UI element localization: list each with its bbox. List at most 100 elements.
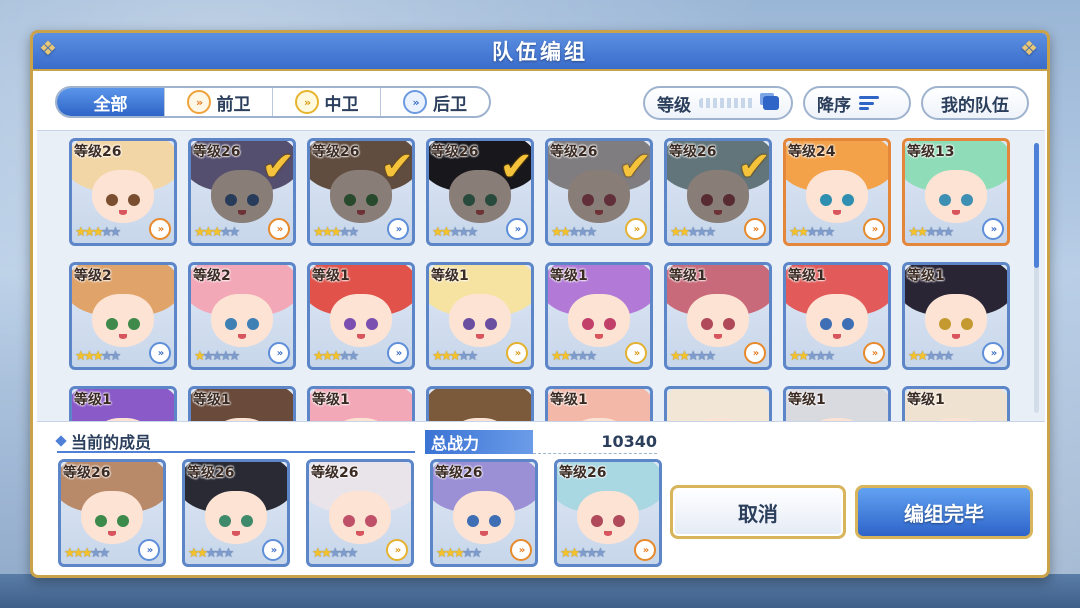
diamond-icon: [55, 435, 67, 447]
character-card[interactable]: 等级24 ★★★★★ »: [783, 138, 891, 246]
star-rating: ★★★★★: [551, 349, 597, 364]
front-role-icon: »: [510, 539, 532, 561]
star-rating: ★★★★★: [313, 225, 359, 240]
current-members-header: 当前的成员: [55, 431, 415, 453]
member-card[interactable]: 等级26 ★★★★★ »: [182, 459, 290, 567]
level-label: 等级1: [74, 392, 112, 408]
star-rating: ★★★★★: [670, 225, 716, 240]
sort-order-button[interactable]: 降序: [803, 86, 911, 120]
level-label: 等级1: [312, 268, 350, 284]
character-card[interactable]: 等级1: [902, 386, 1010, 421]
character-card[interactable]: 等级26 ★★★★★ »: [69, 138, 177, 246]
tab-label: 中卫: [324, 94, 359, 115]
star-rating: ★★★★★: [789, 225, 835, 240]
sort-level-label: 等级: [657, 95, 691, 116]
star-rating: ★★★★★: [194, 349, 240, 364]
character-card[interactable]: 等级26 ★★★★★ » ✔: [545, 138, 653, 246]
selected-check-icon: ✔: [261, 144, 295, 190]
tab-front[interactable]: » 前卫: [165, 88, 273, 116]
star-rating: ★★★★★: [64, 546, 110, 561]
mid-role-icon: »: [386, 539, 408, 561]
scrollbar-thumb[interactable]: [1034, 143, 1039, 268]
level-label: 等级1: [550, 392, 588, 408]
character-card[interactable]: 等级2 ★★★★★ »: [69, 262, 177, 370]
current-members-label: 当前的成员: [71, 433, 152, 452]
star-rating: ★★★★★: [908, 349, 954, 364]
character-card[interactable]: 等级2 ★★★★★ »: [188, 262, 296, 370]
front-role-icon: »: [744, 342, 766, 364]
selected-check-icon: ✔: [737, 144, 771, 190]
tab-back[interactable]: » 后卫: [381, 88, 489, 116]
level-label: 等级26: [559, 465, 607, 481]
roster-scrollbar[interactable]: [1034, 143, 1039, 413]
level-label: 等级26: [435, 465, 483, 481]
member-card[interactable]: 等级26 ★★★★★ »: [58, 459, 166, 567]
stack-icon: [763, 96, 779, 110]
character-portrait: [667, 389, 769, 421]
character-card[interactable]: 等级1 ★★★★★ »: [783, 262, 891, 370]
my-team-button[interactable]: 我的队伍: [921, 86, 1029, 120]
member-card[interactable]: 等级26 ★★★★★ »: [430, 459, 538, 567]
back-role-icon: »: [403, 90, 427, 114]
tab-label: 全部: [93, 94, 128, 115]
member-card[interactable]: 等级26 ★★★★★ »: [306, 459, 414, 567]
star-rating: ★★★★★: [908, 225, 954, 240]
level-label: 等级2: [74, 268, 112, 284]
star-rating: ★★★★★: [560, 546, 606, 561]
character-card[interactable]: 等级1 ★★★★★ »: [545, 262, 653, 370]
character-card[interactable]: 等级1 ★★★★★ »: [902, 262, 1010, 370]
tab-all[interactable]: 全部: [57, 88, 165, 116]
character-card[interactable]: 等级1: [545, 386, 653, 421]
character-card[interactable]: 等级1 ★★★★★ »: [307, 262, 415, 370]
member-card[interactable]: 等级26 ★★★★★ »: [554, 459, 662, 567]
mid-role-icon: »: [625, 218, 647, 240]
total-power-value: 10340: [533, 430, 657, 454]
front-role-icon: »: [863, 218, 885, 240]
character-card[interactable]: 等级1: [188, 386, 296, 421]
character-card[interactable]: [664, 386, 772, 421]
sort-by-level-button[interactable]: 等级: [643, 86, 793, 120]
character-card[interactable]: 等级26 ★★★★★ » ✔: [307, 138, 415, 246]
star-rating: ★★★★★: [194, 225, 240, 240]
star-rating: ★★★★★: [75, 225, 121, 240]
star-rating: ★★★★★: [551, 225, 597, 240]
character-card[interactable]: [426, 386, 534, 421]
character-card[interactable]: 等级26 ★★★★★ » ✔: [426, 138, 534, 246]
cancel-button[interactable]: 取消: [670, 485, 846, 539]
front-role-icon: »: [863, 342, 885, 364]
level-label: 等级2: [193, 268, 231, 284]
back-role-icon: »: [387, 218, 409, 240]
confirm-formation-button[interactable]: 编组完毕: [855, 485, 1033, 539]
level-label: 等级1: [550, 268, 588, 284]
character-card[interactable]: 等级1 ★★★★★ »: [664, 262, 772, 370]
tab-mid[interactable]: » 中卫: [273, 88, 381, 116]
dialog-title: 队伍编组: [492, 40, 588, 64]
level-label: 等级1: [788, 268, 826, 284]
back-role-icon: »: [982, 342, 1004, 364]
star-rating: ★★★★★: [432, 225, 478, 240]
front-role-icon: »: [634, 539, 656, 561]
mid-role-icon: »: [625, 342, 647, 364]
star-rating: ★★★★★: [188, 546, 234, 561]
role-filter-tabs: 全部 » 前卫 » 中卫 » 后卫: [55, 86, 491, 118]
ornament-icon: ❖: [1020, 36, 1041, 60]
character-card[interactable]: 等级13 ★★★★★ »: [902, 138, 1010, 246]
character-card[interactable]: 等级1: [307, 386, 415, 421]
mid-role-icon: »: [294, 90, 319, 114]
level-label: 等级26: [74, 144, 122, 160]
level-label: 等级26: [187, 465, 235, 481]
character-card[interactable]: 等级1: [69, 386, 177, 421]
tab-label: 前卫: [216, 94, 251, 115]
back-role-icon: »: [506, 218, 528, 240]
character-card[interactable]: 等级26 ★★★★★ » ✔: [188, 138, 296, 246]
character-card[interactable]: 等级1 ★★★★★ »: [426, 262, 534, 370]
mid-role-icon: »: [506, 342, 528, 364]
star-rating: ★★★★★: [75, 349, 121, 364]
character-grid: 等级26 ★★★★★ » 等级26 ★★★★★ » ✔ 等级26 ★★★★★ » ✔ 等级26 ★★★★…: [69, 138, 1010, 421]
character-card[interactable]: 等级26 ★★★★★ » ✔: [664, 138, 772, 246]
star-rating: ★★★★★: [313, 349, 359, 364]
total-power-label: 总战力: [425, 430, 533, 454]
character-card[interactable]: 等级1: [783, 386, 891, 421]
background-bottom-nav: [0, 574, 1080, 608]
team-formation-dialog: ❖ 队伍编组 ❖ 全部 » 前卫 » 中卫 » 后卫 等级 降序 我的队伍 等级…: [30, 30, 1050, 578]
